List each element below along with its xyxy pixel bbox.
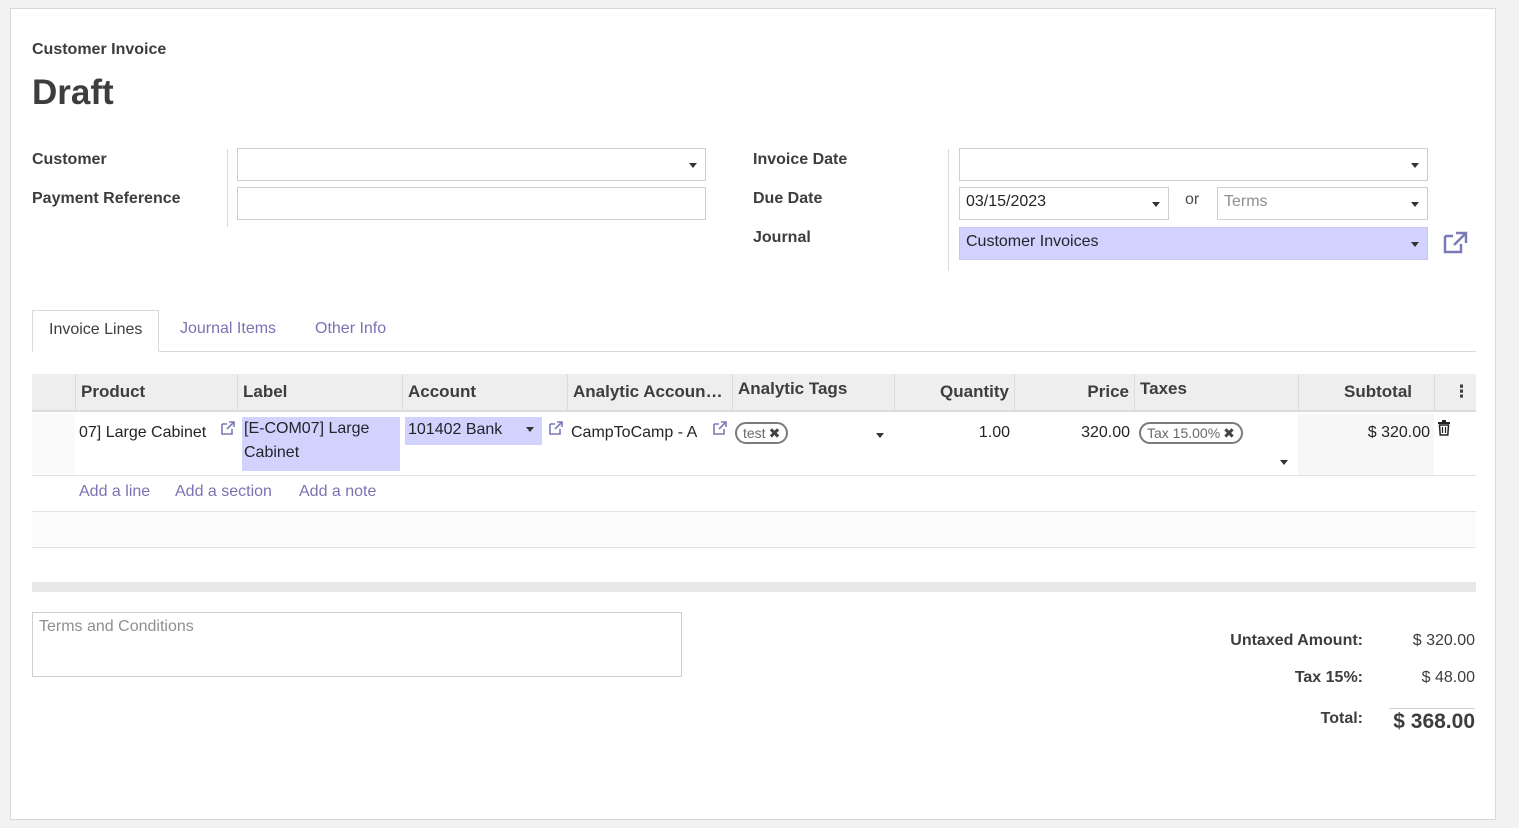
- tab-other-info[interactable]: Other Info: [299, 310, 402, 348]
- column-header-taxes[interactable]: Taxes: [1134, 374, 1298, 410]
- add-links-row: Add a line Add a section Add a note: [32, 476, 1476, 512]
- analytic-tags-dropdown[interactable]: [872, 433, 884, 443]
- customer-label: Customer: [32, 151, 107, 168]
- analytic-tag[interactable]: test ✖: [735, 422, 789, 446]
- terms-and-conditions-input[interactable]: Terms and Conditions: [32, 612, 682, 677]
- chevron-down-icon: [1411, 242, 1419, 247]
- due-date-input[interactable]: 03/15/2023: [959, 187, 1169, 220]
- empty-row: [32, 548, 1476, 584]
- external-link-icon[interactable]: [1441, 230, 1469, 261]
- taxes-dropdown[interactable]: [1276, 460, 1288, 470]
- add-section-link[interactable]: Add a section: [175, 483, 272, 501]
- table-footer: [32, 582, 1476, 592]
- tax-label: Tax 15%:: [1294, 669, 1363, 686]
- due-date-value: 03/15/2023: [966, 193, 1047, 210]
- external-link-icon[interactable]: [712, 420, 728, 444]
- column-header-analytic-tags[interactable]: Analytic Tags: [732, 374, 894, 410]
- remove-tag-icon[interactable]: ✖: [1223, 425, 1235, 441]
- account-select[interactable]: 101402 Bank: [405, 417, 542, 445]
- analytic-account-cell[interactable]: CampToCamp - A: [571, 421, 705, 445]
- price-cell[interactable]: 320.00: [1014, 421, 1130, 445]
- payment-terms-select[interactable]: Terms: [1217, 187, 1428, 220]
- chevron-down-icon: [1411, 163, 1419, 168]
- payment-reference-label: Payment Reference: [32, 190, 181, 207]
- label-cell[interactable]: [E-COM07] Large Cabinet: [242, 417, 400, 471]
- tax-tag-label: Tax 15.00%: [1147, 425, 1221, 441]
- tab-invoice-lines[interactable]: Invoice Lines: [32, 310, 160, 352]
- row-handle: [32, 414, 75, 475]
- tax-tag[interactable]: Tax 15.00% ✖: [1139, 422, 1243, 446]
- empty-row: [32, 512, 1476, 548]
- subtotal-cell: $ 320.00: [1367, 424, 1430, 441]
- journal-value: Customer Invoices: [966, 233, 1099, 250]
- right-field-separator: [948, 149, 949, 271]
- column-header-price[interactable]: Price: [1014, 374, 1134, 410]
- left-field-separator: [227, 149, 228, 227]
- payment-reference-input[interactable]: [237, 187, 706, 220]
- add-line-link[interactable]: Add a line: [79, 483, 150, 501]
- chevron-down-icon: [876, 433, 884, 438]
- or-text: or: [1185, 191, 1200, 208]
- column-options-icon[interactable]: ⋮: [1434, 374, 1476, 410]
- journal-label: Journal: [753, 229, 811, 246]
- external-link-icon[interactable]: [548, 420, 564, 444]
- document-type: Customer Invoice: [32, 41, 167, 58]
- invoice-lines-header: Product Label Account Analytic Accoun… A…: [32, 374, 1476, 412]
- total-label: Total:: [1320, 710, 1363, 727]
- payment-terms-placeholder: Terms: [1224, 193, 1268, 210]
- invoice-date-label: Invoice Date: [753, 151, 848, 168]
- column-header-quantity[interactable]: Quantity: [894, 374, 1014, 410]
- untaxed-amount-label: Untaxed Amount:: [1230, 632, 1363, 649]
- quantity-cell[interactable]: 1.00: [894, 421, 1010, 445]
- chevron-down-icon: [1411, 202, 1419, 207]
- tabs-underline: [32, 351, 1476, 352]
- chevron-down-icon: [1280, 460, 1288, 465]
- external-link-icon[interactable]: [220, 420, 236, 444]
- tab-journal-items[interactable]: Journal Items: [164, 310, 292, 348]
- chevron-down-icon: [526, 427, 534, 432]
- totals-divider: [1389, 708, 1475, 709]
- invoice-date-input[interactable]: [959, 148, 1428, 181]
- customer-select[interactable]: [237, 148, 706, 181]
- column-header-subtotal[interactable]: Subtotal: [1298, 374, 1434, 410]
- invoice-form-sheet: Customer Invoice Draft Customer Payment …: [10, 8, 1496, 820]
- trash-icon[interactable]: [1437, 420, 1451, 444]
- invoice-line-row[interactable]: 07] Large Cabinet [E-COM07] Large Cabine…: [32, 414, 1476, 476]
- total-value: $ 368.00: [1393, 710, 1475, 733]
- chevron-down-icon: [689, 163, 697, 168]
- invoice-status-title: Draft: [32, 73, 114, 112]
- untaxed-amount-value: $ 320.00: [1412, 632, 1475, 649]
- chevron-down-icon: [1152, 202, 1160, 207]
- add-note-link[interactable]: Add a note: [299, 483, 376, 501]
- column-header-account[interactable]: Account: [402, 374, 567, 410]
- journal-select[interactable]: Customer Invoices: [959, 227, 1428, 260]
- tax-value: $ 48.00: [1421, 669, 1475, 686]
- analytic-tag-label: test: [743, 425, 766, 441]
- due-date-label: Due Date: [753, 190, 823, 207]
- account-value: 101402 Bank: [408, 421, 503, 438]
- column-header-analytic-account[interactable]: Analytic Accoun…: [567, 374, 732, 410]
- column-header-product[interactable]: Product: [75, 374, 237, 410]
- product-cell[interactable]: 07] Large Cabinet: [79, 421, 215, 445]
- remove-tag-icon[interactable]: ✖: [769, 425, 781, 441]
- column-header-label[interactable]: Label: [237, 374, 402, 410]
